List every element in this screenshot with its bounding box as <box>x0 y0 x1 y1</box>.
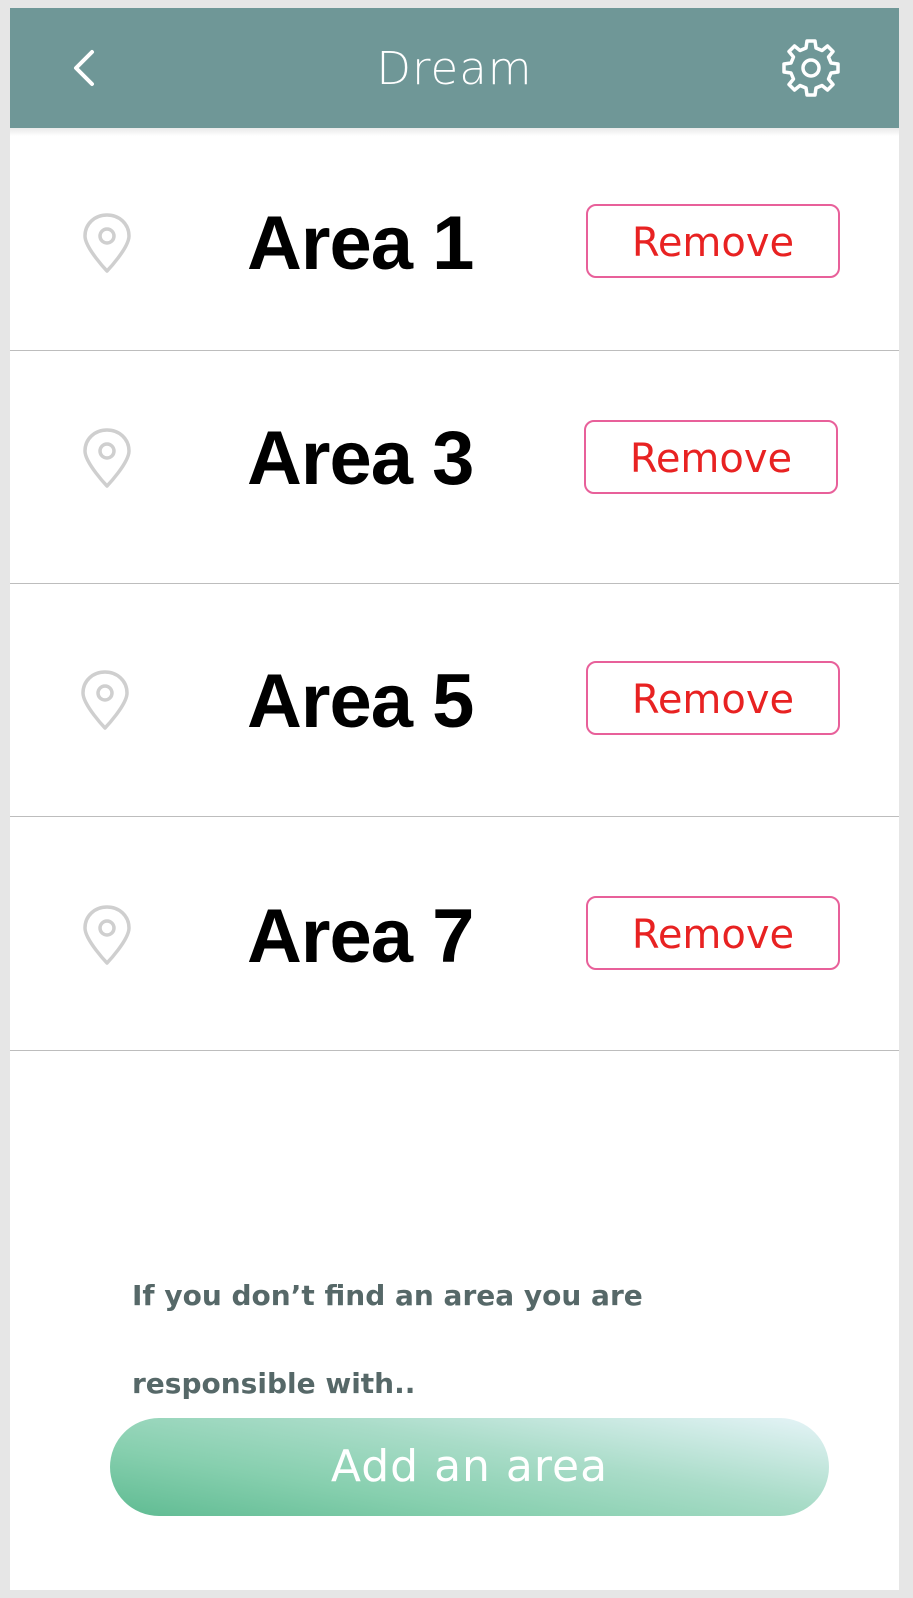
area-row: Area 3 Remove <box>10 351 899 584</box>
location-pin-icon <box>81 670 129 730</box>
add-area-button[interactable]: Add an area <box>110 1418 829 1516</box>
area-row: Area 1 Remove <box>10 136 899 351</box>
remove-button[interactable]: Remove <box>586 204 840 278</box>
area-name: Area 5 <box>247 659 474 744</box>
area-name: Area 3 <box>247 416 474 501</box>
page-title: Dream <box>376 42 533 95</box>
location-pin-icon <box>83 428 131 488</box>
remove-button[interactable]: Remove <box>586 896 840 970</box>
remove-button[interactable]: Remove <box>584 420 838 494</box>
hint-text: If you don’t find an area you are respon… <box>132 1279 643 1400</box>
area-row: Area 7 Remove <box>10 817 899 1051</box>
settings-button[interactable] <box>780 37 842 99</box>
location-pin-icon <box>83 213 131 273</box>
screen: Dream Area 1 Remove Area 3 Remove Area 5… <box>10 8 899 1590</box>
area-row: Area 5 Remove <box>10 584 899 817</box>
area-name: Area 7 <box>247 894 474 979</box>
gear-icon <box>782 39 840 97</box>
area-name: Area 1 <box>247 201 474 286</box>
header-bar: Dream <box>10 8 899 128</box>
header-divider <box>10 128 899 136</box>
location-pin-icon <box>83 905 131 965</box>
remove-button[interactable]: Remove <box>586 661 840 735</box>
